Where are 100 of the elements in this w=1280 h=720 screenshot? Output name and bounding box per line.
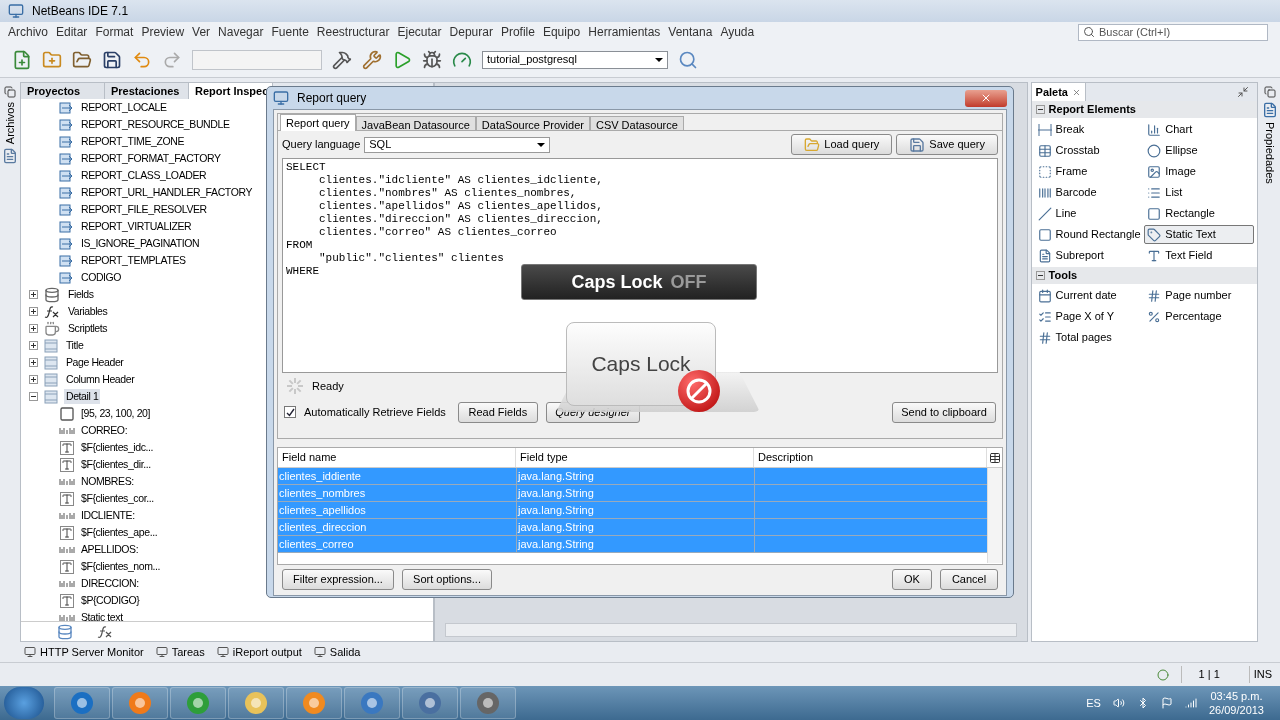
tree-item[interactable]: REPORT_VIRTUALIZER xyxy=(80,218,192,235)
taskbar-app-icon[interactable] xyxy=(112,687,168,719)
panel-tab[interactable]: Paleta xyxy=(1031,83,1086,101)
tree-item[interactable]: Title xyxy=(63,337,86,354)
taskbar-app-icon[interactable] xyxy=(170,687,226,719)
expand-toggle[interactable] xyxy=(28,307,38,316)
tree-item[interactable]: CODIGO xyxy=(80,269,122,286)
menu-item[interactable]: Navegar xyxy=(214,23,268,41)
tree-item[interactable]: IDCLIENTE: xyxy=(80,507,135,524)
tree-item[interactable]: REPORT_TEMPLATES xyxy=(80,252,186,269)
tree-item[interactable]: REPORT_URL_HANDLER_FACTORY xyxy=(80,184,253,201)
expand-toggle[interactable] xyxy=(28,290,38,299)
horizontal-scrollbar[interactable] xyxy=(445,623,1017,637)
palette-item[interactable]: Page number xyxy=(1144,286,1255,305)
tree-item[interactable]: REPORT_LOCALE xyxy=(80,99,167,116)
tree-item[interactable]: REPORT_FORMAT_FACTORY xyxy=(80,150,221,167)
language-dropdown[interactable]: SQL xyxy=(364,136,551,153)
tree-item[interactable]: $F{clientes_dir... xyxy=(80,456,151,473)
menu-item[interactable]: Archivo xyxy=(4,23,52,41)
palette-item[interactable]: List xyxy=(1144,183,1255,202)
taskbar-app-icon[interactable] xyxy=(286,687,342,719)
tree-item[interactable]: $F{clientes_nom... xyxy=(80,558,161,575)
output-tab[interactable]: iReport output xyxy=(216,643,302,661)
panel-tab[interactable]: Report Inspec xyxy=(188,83,273,99)
tree-item[interactable]: Scriptlets xyxy=(65,320,110,337)
tree-item[interactable]: $F{clientes_ape... xyxy=(80,524,158,541)
tree-item[interactable]: $P{CODIGO} xyxy=(80,592,140,609)
output-tab[interactable]: HTTP Server Monitor xyxy=(24,643,144,661)
taskbar-app-icon[interactable] xyxy=(402,687,458,719)
tree-item[interactable]: Variables xyxy=(65,303,110,320)
language-indicator[interactable]: ES xyxy=(1086,694,1101,712)
start-button[interactable] xyxy=(4,687,44,719)
palette-item[interactable]: Subreport xyxy=(1034,246,1145,265)
expand-toggle[interactable] xyxy=(28,341,38,350)
dialog-tab[interactable]: JavaBean Datasource xyxy=(355,116,476,130)
palette-item[interactable]: Image xyxy=(1144,162,1255,181)
collapse-toggle[interactable] xyxy=(1035,105,1045,114)
output-tab[interactable]: Salida xyxy=(313,643,361,661)
ok-button[interactable]: OK xyxy=(892,568,932,590)
panel-tab[interactable]: Proyectos xyxy=(20,83,105,99)
tree-item[interactable]: Page Header xyxy=(63,354,126,371)
menu-item[interactable]: Ver xyxy=(188,23,215,41)
tree-item[interactable]: IS_IGNORE_PAGINATION xyxy=(80,235,200,252)
palette-item[interactable]: Frame xyxy=(1034,162,1145,181)
tree-item[interactable]: [95, 23, 100, 20] xyxy=(80,405,151,422)
menu-item[interactable]: Reestructurar xyxy=(312,23,394,41)
project-dropdown[interactable]: tutorial_postgresql xyxy=(482,50,668,69)
dialog-tab[interactable]: CSV Datasource xyxy=(589,116,684,130)
menu-item[interactable]: Profile xyxy=(496,23,539,41)
palette-item[interactable]: Rectangle xyxy=(1144,204,1255,223)
send-to-clipboard-button[interactable]: Send to clipboard xyxy=(892,401,996,423)
menu-item[interactable]: Format xyxy=(91,23,138,41)
dialog-tab[interactable]: DataSource Provider xyxy=(475,116,590,130)
load-query-button[interactable]: Load query xyxy=(791,134,893,155)
sort-options-button[interactable]: Sort options... xyxy=(402,568,492,590)
menu-item[interactable]: Equipo xyxy=(538,23,585,41)
tree-item[interactable]: REPORT_FILE_RESOLVER xyxy=(80,201,207,218)
output-tab[interactable]: Tareas xyxy=(155,643,205,661)
read-fields-button[interactable]: Read Fields xyxy=(457,401,538,423)
palette-item[interactable]: Total pages xyxy=(1034,328,1145,347)
menu-item[interactable]: Fuente xyxy=(267,23,313,41)
palette-item[interactable]: Static Text xyxy=(1144,225,1255,244)
tree-item[interactable]: DIRECCION: xyxy=(80,575,139,592)
vertical-scrollbar[interactable] xyxy=(987,468,1002,563)
column-header[interactable]: Field type xyxy=(516,448,754,467)
taskbar-app-icon[interactable] xyxy=(344,687,400,719)
menu-item[interactable]: Ejecutar xyxy=(393,23,446,41)
menu-item[interactable]: Preview xyxy=(137,23,189,41)
tree-item[interactable]: REPORT_RESOURCE_BUNDLE xyxy=(80,116,230,133)
tree-item[interactable]: NOMBRES: xyxy=(80,473,134,490)
checkbox[interactable] xyxy=(284,406,296,418)
menu-item[interactable]: Ventana xyxy=(664,23,717,41)
menu-item[interactable]: Editar xyxy=(52,23,92,41)
expand-toggle[interactable] xyxy=(28,392,38,401)
palette-item[interactable]: Current date xyxy=(1034,286,1145,305)
dialog-tab[interactable]: Report query xyxy=(280,114,356,131)
taskbar-app-icon[interactable] xyxy=(460,687,516,719)
tree-item[interactable]: Fields xyxy=(65,286,96,303)
side-tab[interactable]: Propiedades xyxy=(1261,122,1279,184)
palette-item[interactable]: Text Field xyxy=(1144,246,1255,265)
side-tab[interactable]: Archivos xyxy=(1,102,19,145)
column-header[interactable]: Field name xyxy=(278,448,516,467)
cancel-button[interactable]: Cancel xyxy=(940,568,998,590)
section-header[interactable]: Tools xyxy=(1048,267,1078,284)
menu-item[interactable]: Herramientas xyxy=(584,23,665,41)
palette-item[interactable]: Break xyxy=(1034,120,1145,139)
palette-item[interactable]: Line xyxy=(1034,204,1145,223)
close-button[interactable] xyxy=(965,89,1007,107)
palette-item[interactable]: Chart xyxy=(1144,120,1255,139)
collapse-toggle[interactable] xyxy=(1035,271,1045,280)
menu-item[interactable]: Ayuda xyxy=(716,23,759,41)
menu-item[interactable]: Depurar xyxy=(445,23,497,41)
panel-tab[interactable]: Prestaciones xyxy=(104,83,189,99)
palette-item[interactable]: Barcode xyxy=(1034,183,1145,202)
tree-item[interactable]: REPORT_TIME_ZONE xyxy=(80,133,185,150)
tree-item[interactable]: Column Header xyxy=(63,371,137,388)
palette-item[interactable]: Percentage xyxy=(1144,307,1255,326)
tree-item[interactable]: $F{clientes_cor... xyxy=(80,490,154,507)
expand-toggle[interactable] xyxy=(28,375,38,384)
tree-item[interactable]: CORREO: xyxy=(80,422,128,439)
